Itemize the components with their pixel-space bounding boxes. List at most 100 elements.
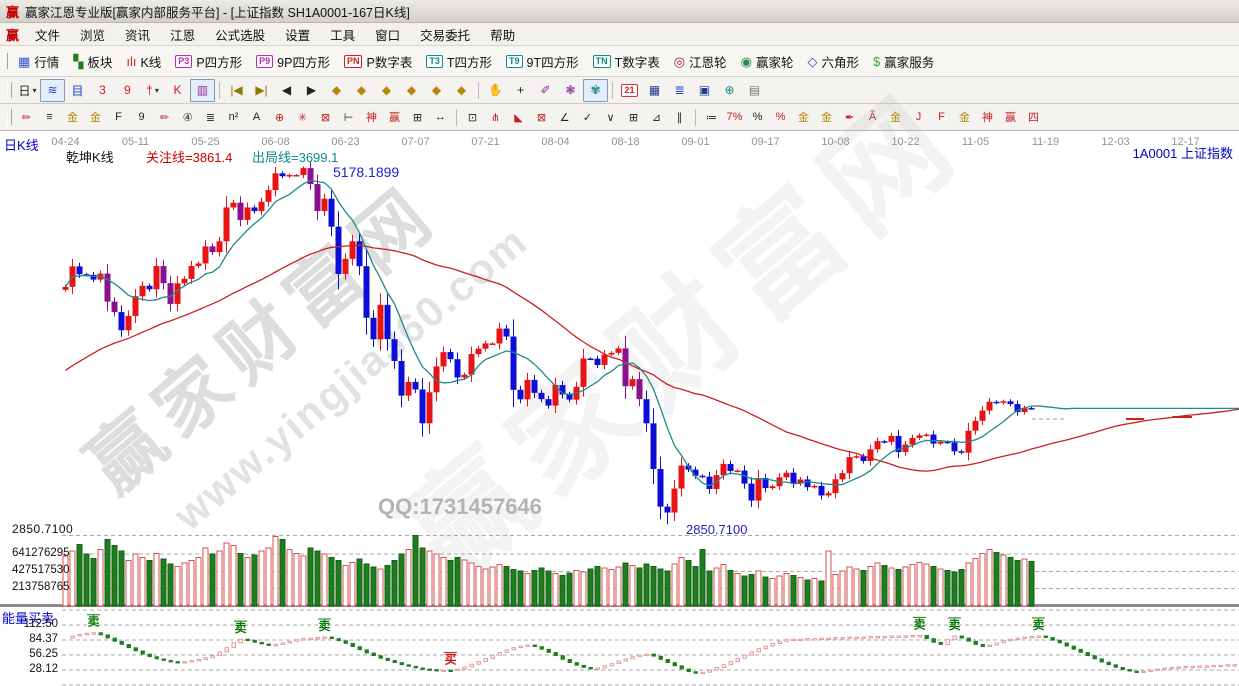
- three-kline-button[interactable]: 3: [90, 79, 115, 102]
- detail-view-button[interactable]: 目: [65, 79, 90, 102]
- diamond-expand-button[interactable]: ◆: [399, 79, 424, 102]
- fib-lines-tool-button[interactable]: F: [107, 107, 130, 128]
- quote-mark-tool-button[interactable]: ⊢: [337, 107, 360, 128]
- t-square-button[interactable]: T3T四方形: [419, 49, 499, 73]
- f-angle-tool-button[interactable]: F: [930, 107, 953, 128]
- price-chart-canvas[interactable]: 卖卖卖买卖卖卖04-2405-1105-2506-0806-2307-0707-…: [0, 131, 1239, 686]
- seven-percent-tool-button[interactable]: 7%: [723, 107, 746, 128]
- gold-line-tool-button[interactable]: 金: [815, 107, 838, 128]
- j-angle-tool-button[interactable]: J: [907, 107, 930, 128]
- angle-tool-tool-button[interactable]: ∠: [553, 107, 576, 128]
- period-selector-button[interactable]: 日▾: [15, 79, 40, 102]
- volume-axis-label: 427517530: [12, 564, 70, 576]
- wave-v-tool-button[interactable]: ∨: [599, 107, 622, 128]
- tri-grid-tool-button[interactable]: ⊿: [645, 107, 668, 128]
- parallel-lines-tool-button[interactable]: ∥: [668, 107, 691, 128]
- diamond-zoom-out-button[interactable]: ◆: [424, 79, 449, 102]
- annotate-tool-button[interactable]: ✐: [533, 79, 558, 102]
- ying-angle-tool-button[interactable]: 赢: [999, 107, 1022, 128]
- pen-tool-button[interactable]: ✒: [838, 107, 861, 128]
- diamond-shift-right-button[interactable]: ◆: [349, 79, 374, 102]
- hexagon-label: 六角形: [821, 52, 859, 71]
- first-bar-button[interactable]: |◀: [224, 79, 249, 102]
- p-number-table-button[interactable]: PNP数字表: [337, 49, 419, 73]
- fan-lines-tool-button[interactable]: ⋔: [484, 107, 507, 128]
- gann-wheel-button[interactable]: ◎江恩轮: [667, 49, 734, 73]
- menu-file[interactable]: 文件: [25, 25, 70, 44]
- gann-line-set-tool-button[interactable]: ≡: [38, 107, 61, 128]
- shen-angle-tool-button[interactable]: 神: [976, 107, 999, 128]
- gold-angle-tool-button[interactable]: 金: [953, 107, 976, 128]
- menu-gann[interactable]: 江恩: [160, 25, 205, 44]
- gold-lines-tool-button[interactable]: 金: [61, 107, 84, 128]
- last-bar-button[interactable]: ▶|: [249, 79, 274, 102]
- box-select-tool-button[interactable]: ⊡: [461, 107, 484, 128]
- qiankun-tool-button[interactable]: ✾: [583, 79, 608, 102]
- price-grid-tool-button[interactable]: ≣: [199, 107, 222, 128]
- time-cycle-tool-button[interactable]: ④: [176, 107, 199, 128]
- save-tool-button[interactable]: ▣: [692, 79, 717, 102]
- percent-line-tool-button[interactable]: %: [769, 107, 792, 128]
- menu-help[interactable]: 帮助: [480, 25, 525, 44]
- prev-bar-button[interactable]: ◀: [274, 79, 299, 102]
- hand-tool-button[interactable]: ✋: [483, 79, 508, 102]
- spider-web-tool-button[interactable]: ✳: [291, 107, 314, 128]
- web-export-tool-button[interactable]: ⊕: [717, 79, 742, 102]
- gann-compass-tool-button[interactable]: ⊕: [268, 107, 291, 128]
- menu-window[interactable]: 窗口: [365, 25, 410, 44]
- gold-circle-tool-button[interactable]: 金: [792, 107, 815, 128]
- next-bar-button[interactable]: ▶: [299, 79, 324, 102]
- menu-tools[interactable]: 工具: [320, 25, 365, 44]
- ying-lines-tool-button[interactable]: 赢: [383, 107, 406, 128]
- memo-tool-button[interactable]: ≣: [667, 79, 692, 102]
- pencil-tool-button[interactable]: ✏: [15, 107, 38, 128]
- menu-trade-order[interactable]: 交易委托: [410, 25, 480, 44]
- shen-lines-tool-button[interactable]: 神: [360, 107, 383, 128]
- fan-box-tool-button[interactable]: ◣: [507, 107, 530, 128]
- diamond-shift-left-button[interactable]: ◆: [324, 79, 349, 102]
- sectors-button[interactable]: ▚板块: [66, 49, 119, 73]
- diamond-zoom-in-button[interactable]: ◆: [449, 79, 474, 102]
- percent-tool-button[interactable]: %: [746, 107, 769, 128]
- mirror-a-tool-button[interactable]: A: [245, 107, 268, 128]
- quotes-button[interactable]: ▦行情: [11, 49, 66, 73]
- 9p-square-button[interactable]: P99P四方形: [249, 49, 337, 73]
- square-of-nine-tool-button[interactable]: n²: [222, 107, 245, 128]
- menu-settings[interactable]: 设置: [275, 25, 320, 44]
- nine-kline-button[interactable]: 9: [115, 79, 140, 102]
- color-volume-button[interactable]: ▥: [190, 79, 215, 102]
- menu-news[interactable]: 资讯: [115, 25, 160, 44]
- price-ladder-tool-button[interactable]: ≔: [700, 107, 723, 128]
- calendar-tool-button[interactable]: 21: [617, 79, 642, 102]
- p-square-button[interactable]: P3P四方形: [168, 49, 249, 73]
- trend-view-button[interactable]: ≋: [40, 79, 65, 102]
- print-tool-button[interactable]: ▤: [742, 79, 767, 102]
- gold-lines-2-tool-button[interactable]: 金: [84, 107, 107, 128]
- menu-browse[interactable]: 浏览: [70, 25, 115, 44]
- winner-wheel-button[interactable]: ◉赢家轮: [734, 49, 801, 73]
- gann-rose-tool-button[interactable]: ❃: [558, 79, 583, 102]
- menu-formula-stock-pick[interactable]: 公式选股: [205, 25, 275, 44]
- hash-grid-tool-button[interactable]: ⊞: [622, 107, 645, 128]
- line-box-tool-button[interactable]: ⊠: [530, 107, 553, 128]
- marker-pen-tool-button[interactable]: ✏: [153, 107, 176, 128]
- winner-service-button[interactable]: $赢家服务: [866, 49, 941, 73]
- si-angle-tool-button[interactable]: 四: [1022, 107, 1045, 128]
- diamond-compress-button[interactable]: ◆: [374, 79, 399, 102]
- calculator-tool-button[interactable]: ▦: [642, 79, 667, 102]
- gold-angle-set-tool-button[interactable]: 金: [884, 107, 907, 128]
- crosshair-tool-button[interactable]: +: [508, 79, 533, 102]
- number-grid-tool-button[interactable]: ⊞: [406, 107, 429, 128]
- single-candle-button[interactable]: †▾: [140, 79, 165, 102]
- draw-toolbar: ✏≡金金F9✏④≣n²A⊕✳⊠⊢神赢⊞↔⊡⋔◣⊠∠✓∨⊞⊿∥≔7%%%金金✒Ã金…: [0, 104, 1239, 131]
- width-measure-tool-button[interactable]: ↔: [429, 107, 452, 128]
- check-wave-tool-button[interactable]: ✓: [576, 107, 599, 128]
- nine-lines-tool-button[interactable]: 9: [130, 107, 153, 128]
- 9t-square-button[interactable]: T99T四方形: [499, 49, 586, 73]
- hexagon-button[interactable]: ◇六角形: [800, 49, 866, 73]
- grid-cross-tool-button[interactable]: ⊠: [314, 107, 337, 128]
- t-number-table-button[interactable]: TNT数字表: [586, 49, 667, 73]
- qiankun-kline-button[interactable]: K: [165, 79, 190, 102]
- wave-a-tool-button[interactable]: Ã: [861, 107, 884, 128]
- kline-button[interactable]: ılıK线: [119, 49, 168, 73]
